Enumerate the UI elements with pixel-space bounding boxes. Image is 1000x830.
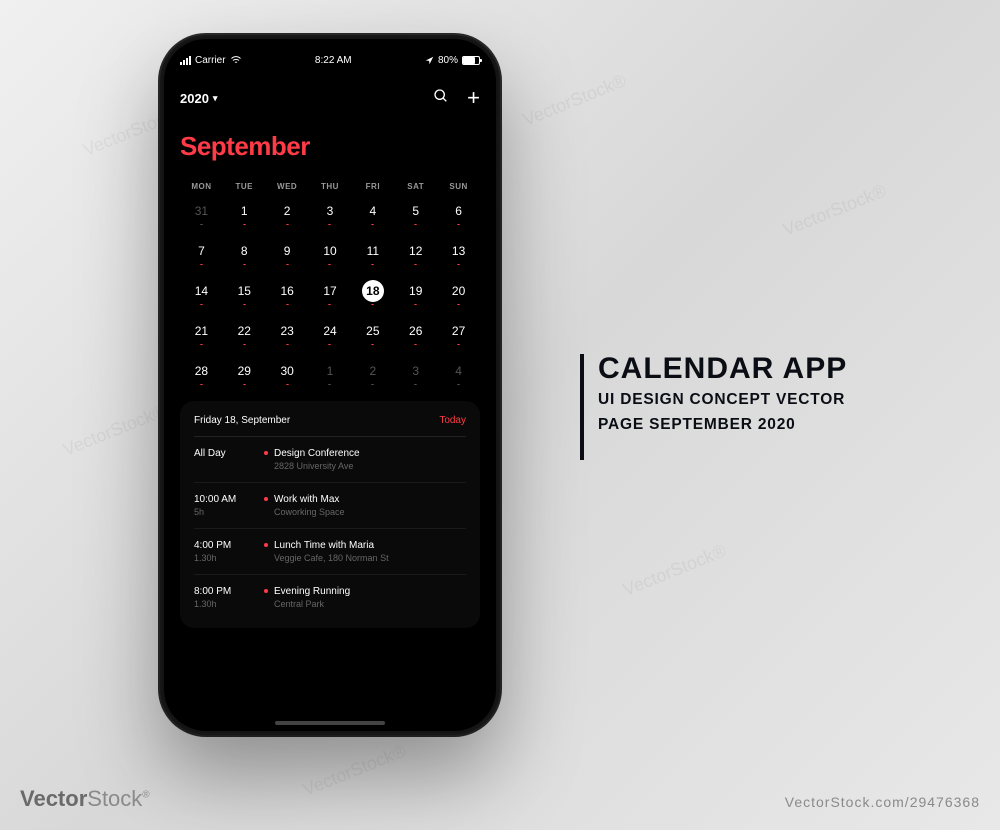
day-cell[interactable]: 15: [223, 281, 266, 305]
today-button[interactable]: Today: [439, 415, 466, 426]
day-cell[interactable]: 12: [394, 241, 437, 265]
event-row[interactable]: All Day Design Conference 2828 University …: [194, 437, 466, 483]
day-cell[interactable]: 1: [309, 361, 352, 385]
event-row[interactable]: 10:00 AM 5h Work with Max Coworking Space: [194, 483, 466, 529]
watermark: VectorStock®: [520, 70, 629, 130]
event-location: Central Park: [274, 599, 466, 609]
event-row[interactable]: 4:00 PM 1.30h Lunch Time with Maria Veggie …: [194, 529, 466, 575]
battery-percent: 80%: [438, 55, 458, 66]
image-id: VectorStock.com/29476368: [785, 794, 980, 810]
day-cell[interactable]: 4: [351, 201, 394, 225]
weekday-label: TUE: [223, 182, 266, 191]
day-cell[interactable]: 28: [180, 361, 223, 385]
month-title: September: [180, 131, 480, 162]
day-cell[interactable]: 22: [223, 321, 266, 345]
day-cell[interactable]: 30: [266, 361, 309, 385]
day-cell[interactable]: 19: [394, 281, 437, 305]
wifi-icon: [230, 54, 242, 66]
weekday-label: THU: [309, 182, 352, 191]
event-time: All Day: [194, 448, 264, 459]
day-cell[interactable]: 13: [437, 241, 480, 265]
location-icon: [425, 56, 434, 65]
promo-accent-bar: [580, 354, 584, 460]
promo-title: CALENDAR APP: [598, 352, 847, 386]
event-row[interactable]: 8:00 PM 1.30h Evening Running Central Park: [194, 575, 466, 620]
weekday-label: MON: [180, 182, 223, 191]
event-duration: 1.30h: [194, 599, 264, 609]
day-cell[interactable]: 4: [437, 361, 480, 385]
day-cell[interactable]: 29: [223, 361, 266, 385]
event-location: Veggie Cafe, 180 Norman St: [274, 553, 466, 563]
day-cell[interactable]: 25: [351, 321, 394, 345]
year-selector[interactable]: 2020 ▾: [180, 91, 217, 106]
battery-icon: [462, 56, 480, 65]
day-cell[interactable]: 11: [351, 241, 394, 265]
day-cell[interactable]: 16: [266, 281, 309, 305]
event-title: Design Conference: [274, 448, 466, 459]
phone-device-frame: Carrier 8:22 AM 80% 2020 ▾ + Septemb: [160, 35, 500, 735]
day-cell[interactable]: 18: [351, 281, 394, 305]
day-cell[interactable]: 31: [180, 201, 223, 225]
weekday-label: SAT: [394, 182, 437, 191]
promo-block: CALENDAR APP UI DESIGN CONCEPT VECTOR PA…: [580, 352, 847, 437]
day-cell[interactable]: 7: [180, 241, 223, 265]
calendar-grid: 3112345678910111213141516171819202122232…: [180, 201, 480, 385]
watermark: VectorStock®: [780, 180, 889, 240]
event-location: Coworking Space: [274, 507, 466, 517]
day-cell[interactable]: 21: [180, 321, 223, 345]
chevron-down-icon: ▾: [213, 93, 218, 104]
event-title: Evening Running: [274, 586, 466, 597]
day-cell[interactable]: 9: [266, 241, 309, 265]
status-bar: Carrier 8:22 AM 80%: [180, 51, 480, 69]
day-cell[interactable]: 6: [437, 201, 480, 225]
weekday-header: MONTUEWEDTHUFRISATSUN: [180, 182, 480, 191]
weekday-label: FRI: [351, 182, 394, 191]
day-cell[interactable]: 2: [266, 201, 309, 225]
day-cell[interactable]: 27: [437, 321, 480, 345]
day-cell[interactable]: 10: [309, 241, 352, 265]
carrier-label: Carrier: [195, 55, 226, 66]
day-cell[interactable]: 3: [309, 201, 352, 225]
agenda-panel[interactable]: Friday 18, September Today All Day Design…: [180, 401, 480, 628]
add-button[interactable]: +: [467, 87, 480, 109]
day-cell[interactable]: 8: [223, 241, 266, 265]
weekday-label: SUN: [437, 182, 480, 191]
watermark: VectorStock®: [620, 540, 729, 600]
event-time: 10:00 AM: [194, 494, 264, 505]
promo-subtitle-1: UI DESIGN CONCEPT VECTOR: [598, 388, 847, 411]
watermark: VectorStock®: [60, 400, 169, 460]
event-time: 4:00 PM: [194, 540, 264, 551]
day-cell[interactable]: 14: [180, 281, 223, 305]
home-indicator[interactable]: [275, 721, 385, 725]
event-time: 8:00 PM: [194, 586, 264, 597]
day-cell[interactable]: 24: [309, 321, 352, 345]
day-cell[interactable]: 5: [394, 201, 437, 225]
vectorstock-logo: VectorStock®: [20, 786, 150, 812]
promo-subtitle-2: PAGE SEPTEMBER 2020: [598, 413, 847, 436]
day-cell[interactable]: 17: [309, 281, 352, 305]
day-cell[interactable]: 26: [394, 321, 437, 345]
agenda-date: Friday 18, September: [194, 415, 290, 426]
weekday-label: WED: [266, 182, 309, 191]
search-button[interactable]: [433, 88, 449, 109]
signal-icon: [180, 56, 191, 65]
day-cell[interactable]: 1: [223, 201, 266, 225]
event-title: Work with Max: [274, 494, 466, 505]
day-cell[interactable]: 2: [351, 361, 394, 385]
event-duration: 1.30h: [194, 553, 264, 563]
status-time: 8:22 AM: [315, 55, 352, 66]
event-location: 2828 University Ave: [274, 461, 466, 471]
event-duration: 5h: [194, 507, 264, 517]
phone-screen: Carrier 8:22 AM 80% 2020 ▾ + Septemb: [164, 39, 496, 731]
day-cell[interactable]: 20: [437, 281, 480, 305]
search-icon: [433, 88, 449, 104]
watermark: VectorStock®: [300, 740, 409, 800]
event-title: Lunch Time with Maria: [274, 540, 466, 551]
day-cell[interactable]: 23: [266, 321, 309, 345]
day-cell[interactable]: 3: [394, 361, 437, 385]
year-label: 2020: [180, 91, 209, 106]
